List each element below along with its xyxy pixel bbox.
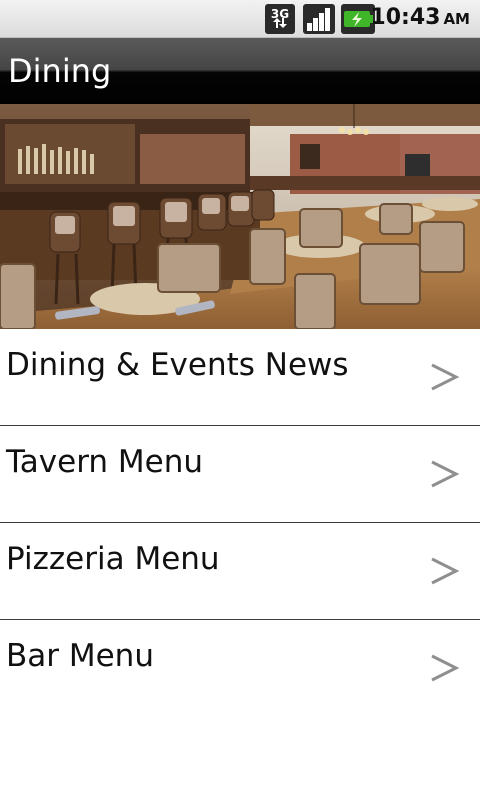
network-3g-icon: 3G xyxy=(265,4,295,34)
svg-text:3G: 3G xyxy=(271,7,289,21)
chevron-right-icon xyxy=(431,460,460,488)
list-item-bar-menu[interactable]: Bar Menu xyxy=(0,620,480,716)
clock-time: 10:43 xyxy=(370,5,441,30)
title-bar: Dining xyxy=(0,38,480,104)
restaurant-interior-photo xyxy=(0,104,480,329)
list-item-label: Dining & Events News xyxy=(6,347,349,383)
page-title: Dining xyxy=(8,52,112,90)
list-item-label: Tavern Menu xyxy=(6,444,204,480)
status-bar: 3G 10:43 AM xyxy=(0,0,480,38)
list-item-tavern-menu[interactable]: Tavern Menu xyxy=(0,426,480,523)
hero-image xyxy=(0,104,480,329)
list-item-dining-events-news[interactable]: Dining & Events News xyxy=(0,329,480,426)
list-item-label: Bar Menu xyxy=(6,638,154,674)
menu-list: Dining & Events News Tavern Menu Pizzeri… xyxy=(0,329,480,716)
list-item-pizzeria-menu[interactable]: Pizzeria Menu xyxy=(0,523,480,620)
list-item-label: Pizzeria Menu xyxy=(6,541,220,577)
chevron-right-icon xyxy=(431,557,460,585)
clock-ampm: AM xyxy=(443,10,470,28)
status-clock: 10:43 AM xyxy=(370,5,470,30)
signal-icon xyxy=(303,4,335,34)
chevron-right-icon xyxy=(431,654,460,682)
chevron-right-icon xyxy=(431,363,460,391)
